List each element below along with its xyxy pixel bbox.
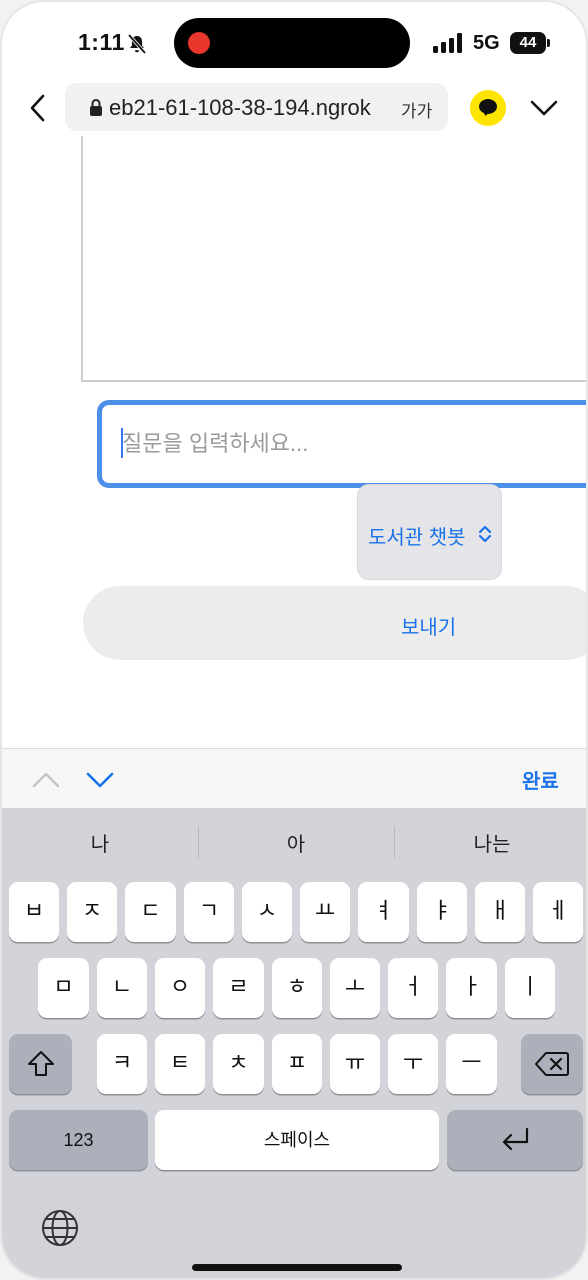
key[interactable]: ㅐ — [475, 882, 525, 942]
key[interactable]: ㄷ — [125, 882, 176, 942]
text-size-button[interactable]: 가가 — [401, 97, 432, 122]
status-time: 1:11 — [78, 29, 125, 55]
lock-icon — [90, 99, 102, 116]
shift-icon — [28, 1051, 54, 1076]
key[interactable]: ㅎ — [272, 958, 322, 1018]
status-bar: 1:11 5G 44 — [2, 2, 586, 80]
delete-key[interactable] — [521, 1034, 583, 1094]
key[interactable]: ㅏ — [446, 958, 497, 1018]
backspace-icon — [535, 1052, 569, 1076]
done-button[interactable]: 완료 — [522, 765, 559, 794]
key[interactable]: ㅗ — [330, 958, 380, 1018]
key[interactable]: ㅅ — [242, 882, 292, 942]
key[interactable]: ㅕ — [358, 882, 409, 942]
key[interactable]: ㅍ — [272, 1034, 322, 1094]
kakaotalk-icon[interactable] — [470, 90, 506, 126]
space-key[interactable]: 스페이스 — [155, 1110, 439, 1170]
key[interactable]: ㅔ — [533, 882, 583, 942]
key[interactable]: ㅛ — [300, 882, 350, 942]
key[interactable]: ㅊ — [213, 1034, 264, 1094]
address-bar[interactable]: eb21-61-108-38-194.ngrok 가가 — [65, 83, 448, 131]
home-indicator — [192, 1264, 402, 1271]
send-button[interactable]: 보내기 — [83, 586, 586, 660]
suggestion-2[interactable]: 아 — [198, 828, 394, 857]
url-text: eb21-61-108-38-194.ngrok — [109, 95, 371, 120]
keyboard-toolbar: 완료 — [2, 748, 586, 808]
chat-history-box — [81, 136, 586, 382]
key[interactable]: ㄹ — [213, 958, 264, 1018]
browser-toolbar: eb21-61-108-38-194.ngrok 가가 — [2, 80, 586, 136]
key[interactable]: ㅑ — [417, 882, 467, 942]
chevron-down-icon[interactable] — [530, 98, 558, 118]
suggestion-bar: 나 아 나는 — [2, 808, 586, 872]
battery-level: 44 — [510, 32, 546, 54]
key[interactable]: ㅇ — [155, 958, 205, 1018]
network-type: 5G — [473, 32, 500, 54]
shift-key[interactable] — [9, 1034, 72, 1094]
page-content: 도서관 챗봇 보내기 — [2, 136, 586, 748]
battery-icon: 44 — [510, 32, 550, 54]
text-cursor — [121, 428, 123, 458]
cellular-signal-icon — [433, 33, 462, 53]
key[interactable]: ㄴ — [97, 958, 147, 1018]
key[interactable]: ㅁ — [38, 958, 89, 1018]
return-key[interactable] — [447, 1110, 583, 1170]
key[interactable]: ㅜ — [388, 1034, 438, 1094]
key[interactable]: ㅌ — [155, 1034, 205, 1094]
key[interactable]: ㅈ — [67, 882, 117, 942]
key[interactable]: ㅣ — [505, 958, 555, 1018]
key[interactable]: ㅋ — [97, 1034, 147, 1094]
key[interactable]: ㅂ — [9, 882, 59, 942]
next-field-chevron-down-icon[interactable] — [86, 771, 114, 789]
chatbot-select[interactable]: 도서관 챗봇 — [357, 484, 502, 580]
recording-indicator-icon — [188, 32, 210, 54]
globe-icon[interactable] — [40, 1208, 80, 1248]
suggestion-1[interactable]: 나 — [2, 828, 198, 857]
send-button-label: 보내기 — [401, 617, 457, 639]
question-input[interactable] — [97, 400, 586, 488]
chevron-up-down-icon — [478, 525, 492, 543]
previous-field-chevron-up-icon[interactable] — [32, 771, 60, 789]
numbers-key[interactable]: 123 — [9, 1110, 148, 1170]
key[interactable]: ㅡ — [446, 1034, 497, 1094]
back-chevron-icon[interactable] — [24, 92, 52, 124]
phone-screen: 1:11 5G 44 eb21-61-108-38-194.ngrok 가가 질… — [0, 0, 588, 1280]
korean-keyboard: 나 아 나는 ㅂ ㅈ ㄷ ㄱ ㅅ ㅛ ㅕ ㅑ ㅐ ㅔ ㅁ ㄴ ㅇ ㄹ ㅎ ㅗ ㅓ… — [2, 808, 586, 1278]
suggestion-3[interactable]: 나는 — [394, 828, 586, 857]
bell-slash-icon — [127, 33, 147, 55]
key[interactable]: ㅠ — [330, 1034, 380, 1094]
key[interactable]: ㅓ — [388, 958, 438, 1018]
select-value: 도서관 챗봇 — [368, 527, 466, 549]
return-icon — [502, 1127, 529, 1151]
key[interactable]: ㄱ — [184, 882, 234, 942]
